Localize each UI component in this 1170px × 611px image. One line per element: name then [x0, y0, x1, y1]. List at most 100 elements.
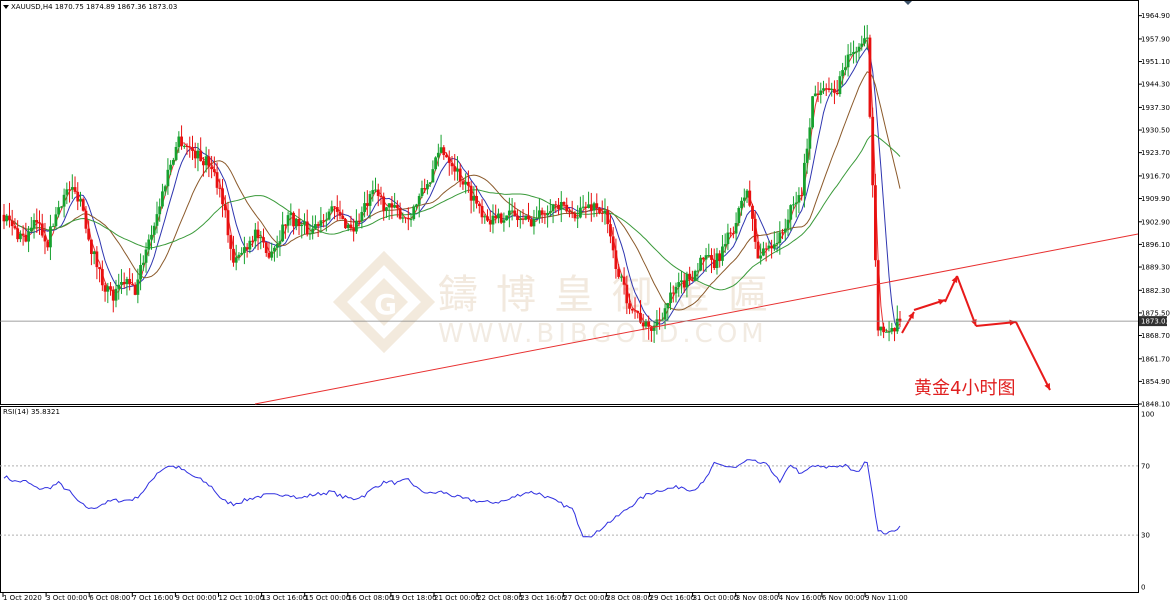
- price-tick-label: 1937.30: [1141, 104, 1170, 112]
- candle: [166, 158, 170, 195]
- candle: [723, 233, 727, 254]
- rsi-tick-label: 100: [1141, 411, 1154, 419]
- candle: [491, 204, 495, 234]
- candle: [57, 200, 61, 218]
- candle: [786, 209, 790, 237]
- rsi-panel: 100 70 30 0: [0, 411, 1154, 592]
- candle: [581, 195, 585, 210]
- candle: [734, 212, 738, 241]
- candle: [524, 215, 528, 221]
- candle: [830, 82, 834, 97]
- time-tick-label: 9 Nov 11:00: [865, 594, 908, 602]
- candle: [382, 192, 386, 221]
- candle: [305, 209, 309, 237]
- chart: XAUUSD,H4 1870.75 1874.89 1867.36 1873.0…: [0, 0, 1170, 602]
- forecast-arrow-icon: [944, 275, 958, 303]
- time-tick-label: 9 Oct 00:00: [175, 594, 216, 602]
- current-price-label: 1873.03: [1141, 318, 1170, 326]
- candle: [270, 242, 274, 261]
- candle: [849, 42, 853, 57]
- time-tick-label: 28 Oct 08:00: [606, 594, 652, 602]
- candle: [426, 179, 429, 195]
- candle: [805, 138, 809, 174]
- candle: [409, 213, 413, 227]
- candle: [62, 188, 66, 218]
- candle: [278, 230, 282, 257]
- candle: [221, 178, 224, 218]
- candle: [762, 241, 765, 257]
- candle: [169, 160, 173, 176]
- price-tick-label: 1916.70: [1141, 172, 1170, 180]
- candle: [589, 192, 593, 222]
- candle: [275, 235, 279, 258]
- candle: [171, 157, 175, 166]
- candle: [811, 95, 814, 130]
- candle: [513, 202, 517, 217]
- candle: [398, 202, 402, 220]
- forecast-arrow-icon: [956, 275, 977, 327]
- candle: [874, 173, 877, 267]
- candle: [335, 195, 339, 221]
- time-tick-label: 16 Oct 08:00: [348, 594, 394, 602]
- candle: [109, 282, 112, 296]
- candle: [308, 224, 312, 240]
- candle: [253, 222, 257, 249]
- rsi-frame: [0, 406, 1139, 593]
- candle: [27, 225, 30, 253]
- candle: [327, 208, 331, 221]
- candle: [833, 80, 836, 105]
- candle: [229, 234, 233, 261]
- candle: [527, 202, 530, 222]
- candle: [73, 176, 77, 195]
- price-tick-label: 1882.30: [1141, 287, 1170, 295]
- candle: [863, 25, 866, 47]
- time-tick-label: 15 Oct 00:00: [305, 594, 351, 602]
- candle: [70, 174, 74, 200]
- watermark: G 鑄博皇御金匾 WWW.BIBGOLD.COM: [332, 250, 786, 354]
- candle: [141, 255, 145, 272]
- candle: [281, 211, 285, 243]
- candle: [139, 253, 142, 291]
- candle: [532, 209, 536, 235]
- candle: [294, 217, 298, 231]
- candle: [286, 211, 290, 233]
- candle: [174, 141, 178, 162]
- candle: [751, 203, 754, 231]
- candle: [748, 180, 752, 208]
- time-tick-label: 3 Nov 08:00: [736, 594, 779, 602]
- price-tick-label: 1861.70: [1141, 355, 1170, 363]
- candle: [721, 235, 724, 266]
- chart-annotation: 黄金4小时图: [914, 378, 1015, 399]
- time-tick-label: 23 Oct 16:00: [520, 594, 566, 602]
- price-tick-label: 1848.10: [1141, 401, 1170, 409]
- candle: [188, 136, 192, 158]
- svg-text:G: G: [374, 288, 397, 321]
- candle: [609, 214, 612, 244]
- candle: [789, 204, 793, 231]
- candle: [234, 244, 238, 271]
- time-tick-label: 1 Oct 2020: [3, 594, 42, 602]
- candle: [813, 85, 817, 97]
- watermark-cn: 鑄博皇御金匾: [438, 272, 786, 318]
- price-tick-label: 1944.30: [1141, 81, 1170, 89]
- candle: [469, 181, 473, 214]
- scroll-marker-icon[interactable]: [904, 1, 912, 5]
- candle: [559, 191, 563, 223]
- candle: [322, 213, 326, 228]
- candle: [212, 156, 216, 177]
- candle: [191, 135, 194, 161]
- candle: [330, 200, 334, 214]
- time-tick-label: 3 Oct 00:00: [46, 594, 87, 602]
- collapse-arrow-icon[interactable]: [3, 5, 9, 9]
- time-tick-label: 6 Nov 00:00: [822, 594, 865, 602]
- price-tick-label: 1909.90: [1141, 195, 1170, 203]
- forecast-arrow-icon: [975, 319, 1017, 327]
- candle: [29, 216, 33, 233]
- candle: [387, 203, 391, 221]
- candle: [890, 322, 894, 335]
- candle: [412, 204, 416, 221]
- candle: [587, 191, 590, 209]
- candle: [846, 44, 850, 77]
- candle: [92, 250, 96, 265]
- rsi-tick-label: 70: [1141, 462, 1150, 470]
